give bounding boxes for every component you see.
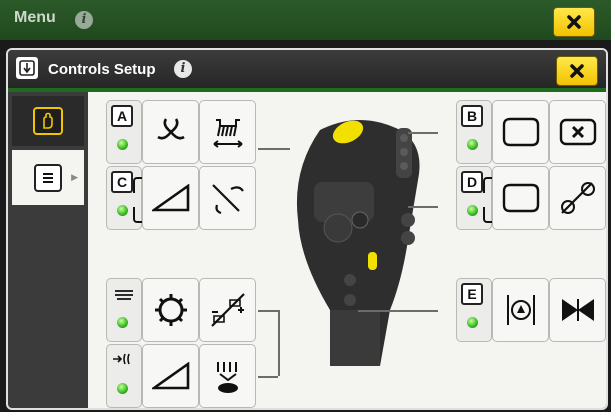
ramp-increase-button[interactable] bbox=[142, 166, 199, 230]
status-led bbox=[117, 139, 128, 150]
connector-line bbox=[278, 310, 280, 376]
dialog-title: Controls Setup bbox=[48, 61, 156, 78]
connector-line bbox=[358, 310, 438, 312]
fan-reverse-icon bbox=[156, 118, 185, 140]
control-bank-icon bbox=[34, 163, 62, 192]
joystick-illustration bbox=[296, 120, 420, 366]
fan-reverse-button[interactable] bbox=[142, 100, 199, 164]
chevron-right-icon: ▶ bbox=[71, 172, 78, 182]
group-letter: C bbox=[111, 171, 133, 193]
controls-panel: A B C D E bbox=[88, 92, 606, 408]
status-led bbox=[117, 205, 128, 216]
track-icon bbox=[115, 290, 133, 300]
control-group-e: E bbox=[456, 278, 606, 342]
control-group-a: A bbox=[106, 100, 256, 164]
blank-function-icon bbox=[502, 183, 539, 213]
tab-control-bank[interactable]: ▶ bbox=[12, 150, 84, 205]
tab-hand-controls[interactable] bbox=[12, 96, 84, 146]
ramp-decrease-button[interactable] bbox=[199, 166, 256, 230]
info-icon[interactable]: i bbox=[174, 60, 192, 78]
status-led bbox=[117, 383, 128, 394]
close-icon bbox=[567, 15, 581, 29]
connector-line bbox=[258, 148, 290, 150]
info-icon[interactable]: i bbox=[75, 11, 93, 29]
tractor-plus-minus-icon bbox=[210, 293, 245, 327]
steering-button[interactable] bbox=[549, 166, 606, 230]
group-letter: A bbox=[111, 105, 133, 127]
control-group-gear bbox=[106, 278, 256, 342]
turtle-speed-button[interactable] bbox=[199, 344, 256, 408]
dialog-header: Controls Setup i bbox=[8, 50, 606, 92]
status-led bbox=[467, 205, 478, 216]
unassigned-button[interactable] bbox=[492, 100, 549, 164]
turtle-speed-icon bbox=[216, 362, 238, 393]
group-letter: E bbox=[461, 283, 483, 305]
header-height-width-button[interactable] bbox=[199, 100, 256, 164]
group-letter: B bbox=[461, 105, 483, 127]
cancel-button[interactable] bbox=[549, 100, 606, 164]
valve-icon bbox=[506, 295, 535, 325]
status-led bbox=[467, 139, 478, 150]
blank-function-icon bbox=[502, 117, 539, 147]
status-led bbox=[467, 317, 478, 328]
bowtie-button[interactable] bbox=[549, 278, 606, 342]
header-height-width-icon bbox=[212, 119, 243, 148]
connector-line bbox=[258, 376, 278, 378]
top-menu-bar: Menu i bbox=[0, 0, 611, 40]
status-led bbox=[117, 317, 128, 328]
control-group-c: C bbox=[106, 166, 256, 230]
bowtie-icon bbox=[561, 299, 594, 321]
dialog-close-button[interactable] bbox=[556, 56, 598, 86]
cancel-icon bbox=[559, 118, 596, 146]
close-icon bbox=[570, 64, 584, 78]
control-group-speed bbox=[106, 344, 256, 408]
unassigned-button[interactable] bbox=[492, 166, 549, 230]
tractor-speed-button[interactable] bbox=[199, 278, 256, 342]
valve-button[interactable] bbox=[492, 278, 549, 342]
control-group-d: D bbox=[456, 166, 606, 230]
gear-button[interactable] bbox=[142, 278, 199, 342]
ramp-decrease-icon bbox=[211, 184, 244, 215]
menu-title: Menu bbox=[14, 9, 56, 26]
control-group-b: B bbox=[456, 100, 606, 164]
steer-arrows-icon bbox=[560, 182, 595, 214]
ramp-increase-button[interactable] bbox=[142, 344, 199, 408]
group-letter: D bbox=[461, 171, 483, 193]
ramp-increase-icon bbox=[151, 184, 189, 212]
menu-close-button[interactable] bbox=[553, 7, 595, 37]
speed-track-icon bbox=[113, 353, 130, 365]
controls-setup-dialog: Controls Setup i ▶ A B C D E bbox=[6, 48, 608, 410]
ramp-increase-icon bbox=[151, 362, 189, 390]
connector-line bbox=[258, 310, 278, 312]
connector-line bbox=[408, 132, 438, 134]
controls-setup-icon bbox=[16, 57, 38, 79]
gear-icon bbox=[154, 294, 187, 326]
connector-line bbox=[408, 206, 438, 208]
hand-icon bbox=[33, 107, 63, 135]
